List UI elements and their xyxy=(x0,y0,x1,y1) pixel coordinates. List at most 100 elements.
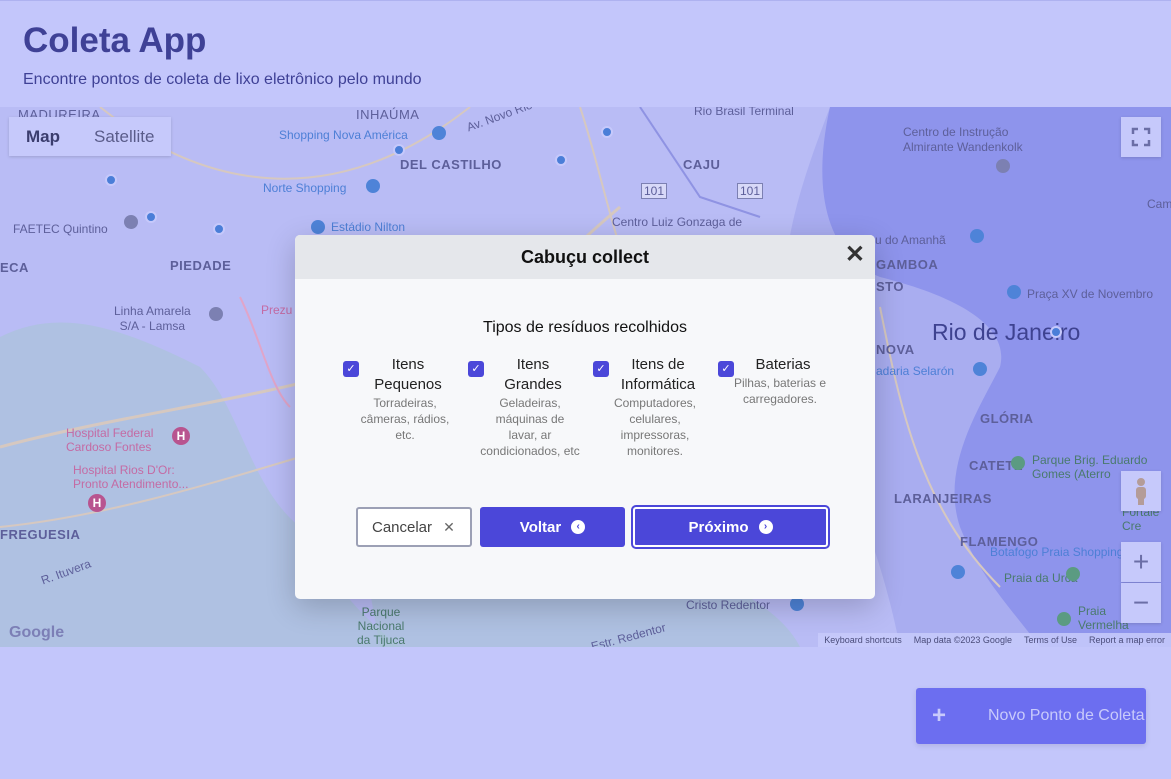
map-type-control: Map Satellite xyxy=(9,117,172,156)
beach-pin-icon xyxy=(1066,567,1080,581)
street-view-pegman[interactable] xyxy=(1121,471,1161,511)
label-centro-luiz: Centro Luiz Gonzaga de xyxy=(612,215,743,229)
hospital-pin-icon: H xyxy=(172,427,190,445)
label-hospital-federal: Hospital Federal Cardoso Fontes xyxy=(66,426,154,454)
next-label: Próximo xyxy=(688,518,749,536)
label-rio-brasil: Rio Brasil Terminal xyxy=(694,107,794,118)
waste-type-title: Itens Pequenos xyxy=(374,356,442,393)
cancel-button[interactable]: Cancelar ✕ xyxy=(356,507,472,547)
new-collection-point-label: Novo Ponto de Coleta xyxy=(988,707,1145,724)
modal-header: Cabuçu collect ✕ xyxy=(295,235,875,279)
terms-link[interactable]: Terms of Use xyxy=(1018,633,1083,647)
waste-type-desc: Geladeiras, máquinas de lavar, ar condic… xyxy=(480,396,580,458)
label-laranjeiras: LARANJEIRAS xyxy=(894,491,992,506)
google-logo: Google xyxy=(9,624,65,641)
label-eca: ECA xyxy=(0,260,29,275)
fullscreen-button[interactable] xyxy=(1121,117,1161,157)
label-gloria: GLÓRIA xyxy=(980,411,1034,426)
fullscreen-icon xyxy=(1131,127,1151,147)
minus-icon: − xyxy=(1132,587,1150,618)
label-inhauma: INHAÚMA xyxy=(356,107,420,122)
location-pin-icon xyxy=(209,307,223,321)
label-norte-shopping: Norte Shopping xyxy=(263,181,347,195)
location-pin-icon xyxy=(996,159,1010,173)
label-linha-amarela: Linha Amarela S/A - Lamsa xyxy=(114,304,191,333)
close-icon[interactable]: ✕ xyxy=(845,243,865,267)
back-button[interactable]: Voltar ‹ xyxy=(480,507,625,547)
waste-type-desc: Pilhas, baterias e carregadores. xyxy=(733,376,827,406)
waste-type-desc: Computadores, celulares, impressoras, mo… xyxy=(613,396,697,458)
label-faetec: FAETEC Quintino xyxy=(13,222,108,236)
shopping-pin-icon xyxy=(951,565,965,579)
waste-type-title: Itens Grandes xyxy=(504,356,562,393)
zoom-in-button[interactable]: + xyxy=(1121,542,1161,582)
modal-title: Cabuçu collect xyxy=(520,247,650,267)
label-museu-amanha: u do Amanhã xyxy=(875,233,946,247)
museum-pin-icon xyxy=(970,229,984,243)
map-footer: Keyboard shortcuts Map data ©2023 Google… xyxy=(818,633,1171,647)
label-freguesia: FREGUESIA xyxy=(0,527,81,542)
label-prezu: Prezu xyxy=(261,303,293,317)
map-dot-icon xyxy=(393,144,405,156)
stadium-pin-icon xyxy=(311,220,325,234)
label-centro-instrucao: Centro de Instrução Almirante Wandenkolk xyxy=(903,125,1023,154)
cancel-label: Cancelar xyxy=(371,518,433,536)
map-dot-icon xyxy=(601,126,613,138)
map-dot-icon xyxy=(145,211,157,223)
label-hospital-rios: Hospital Rios D'Or: Pronto Atendimento..… xyxy=(73,463,189,491)
label-cam: Cam xyxy=(1147,197,1171,211)
waste-type-desc: Torradeiras, câmeras, rádios, etc. xyxy=(360,396,450,442)
checkbox-checked-icon[interactable]: ✓ xyxy=(468,361,484,377)
map-type-map-button[interactable]: Map xyxy=(9,117,77,156)
app-title: Coleta App xyxy=(23,21,207,60)
pegman-icon xyxy=(1136,478,1146,505)
route-shield: 101 xyxy=(737,183,764,199)
label-del-castilho: DEL CASTILHO xyxy=(400,157,502,172)
chevron-left-circle-icon: ‹ xyxy=(571,520,586,534)
waste-types-heading: Tipos de resíduos recolhidos xyxy=(483,319,687,336)
park-pin-icon xyxy=(1011,456,1025,470)
label-nova: NOVA xyxy=(876,342,915,357)
collect-point-modal: Cabuçu collect ✕ Tipos de resíduos recol… xyxy=(295,235,875,599)
plus-icon: + xyxy=(932,702,947,729)
beach-pin-icon xyxy=(1057,612,1071,626)
label-piedade: PIEDADE xyxy=(170,258,232,273)
waste-type-title: Baterias xyxy=(755,356,811,373)
label-caju: CAJU xyxy=(683,157,721,172)
checkbox-checked-icon[interactable]: ✓ xyxy=(343,361,359,377)
shopping-pin-icon xyxy=(366,179,380,193)
camera-pin-icon xyxy=(1007,285,1021,299)
waste-type-title: Itens de Informática xyxy=(620,356,696,393)
label-estadio: Estádio Nilton xyxy=(331,220,406,234)
map-data-text: Map data ©2023 Google xyxy=(913,635,1012,645)
hospital-pin-icon: H xyxy=(88,494,106,512)
map-dot-icon xyxy=(105,174,117,186)
label-botafogo-shopping: Botafogo Praia Shopping xyxy=(990,545,1124,559)
label-gamboa: GAMBOA xyxy=(876,257,939,272)
plus-icon: + xyxy=(1132,546,1150,577)
checkbox-checked-icon[interactable]: ✓ xyxy=(593,361,609,377)
school-pin-icon xyxy=(124,215,138,229)
keyboard-shortcuts-link[interactable]: Keyboard shortcuts xyxy=(818,633,908,647)
zoom-out-button[interactable]: − xyxy=(1121,583,1161,623)
label-praca-xv: Praça XV de Novembro xyxy=(1027,287,1154,301)
new-collection-point-button[interactable]: + Novo Ponto de Coleta xyxy=(916,688,1146,744)
camera-pin-icon xyxy=(973,362,987,376)
app-subtitle: Encontre pontos de coleta de lixo eletrô… xyxy=(23,71,422,88)
route-shield: 101 xyxy=(641,183,668,199)
label-cristo: Cristo Redentor xyxy=(686,598,771,612)
shopping-pin-icon xyxy=(432,126,446,140)
label-parque-nacional: Parque Nacional da Tijuca xyxy=(357,605,406,647)
close-icon: ✕ xyxy=(443,519,455,535)
report-error-link[interactable]: Report a map error xyxy=(1083,633,1171,647)
map-type-satellite-button[interactable]: Satellite xyxy=(77,117,171,156)
landmark-pin-icon xyxy=(790,597,804,611)
label-shopping-nova-america: Shopping Nova América xyxy=(279,128,408,142)
map-dot-icon xyxy=(1050,326,1062,338)
label-sto: STO xyxy=(876,279,904,294)
label-selaron: adaria Selarón xyxy=(876,364,955,378)
back-label: Voltar xyxy=(519,518,562,536)
next-button[interactable]: Próximo › xyxy=(631,505,830,549)
chevron-right-circle-icon: › xyxy=(758,520,773,534)
map-dot-icon xyxy=(213,223,225,235)
